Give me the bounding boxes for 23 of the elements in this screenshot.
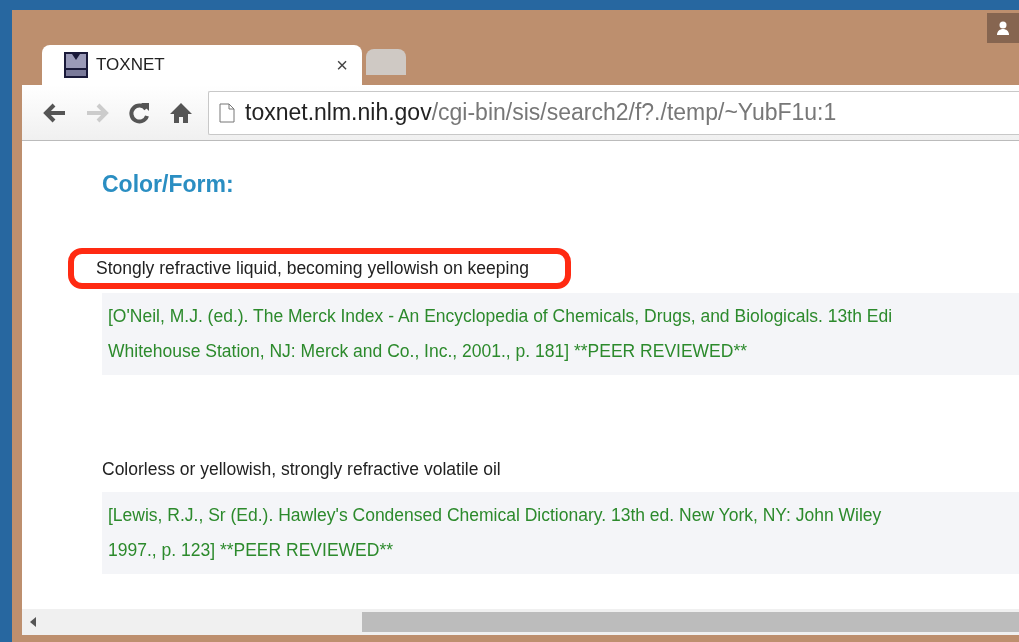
scroll-left-icon [30, 617, 36, 627]
browser-tab[interactable]: TOXNET × [42, 45, 362, 85]
horizontal-scrollbar[interactable] [22, 609, 1019, 635]
back-arrow-icon [43, 102, 67, 123]
reference-text: [Lewis, R.J., Sr (Ed.). Hawley's Condensed Chemical Dictionary. 13th ed. New York, NY: John Wiley [108, 504, 883, 527]
reference-text: 1997., p. 123] **PEER REVIEWED** [108, 539, 394, 562]
reload-icon [127, 100, 151, 125]
reference-text: Whitehouse Station, NJ: Merck and Co., Inc., 2001., p. 181] **PEER REVIEWED** [108, 340, 749, 363]
address-bar[interactable]: toxnet.nlm.nih.gov/cgi-bin/sis/search2/f?./temp/~YubF1u:1 [208, 90, 1019, 135]
tab-title: TOXNET [96, 55, 166, 75]
home-icon [169, 100, 193, 125]
scroll-thumb[interactable] [362, 612, 1019, 632]
reference-text: [O'Neil, M.J. (ed.). The Merck Index - An Encyclopedia of Chemicals, Drugs, and Biologicals. 13th Edi [108, 305, 894, 328]
close-button[interactable]: × [336, 53, 348, 77]
forward-arrow-icon [85, 102, 109, 123]
nlm-logo-icon [64, 52, 88, 78]
profile-button[interactable] [987, 13, 1019, 43]
url-text: toxnet.nlm.nih.gov/cgi-bin/sis/search2/f?./temp/~YubF1u:1 [245, 99, 837, 126]
page-icon [219, 102, 235, 123]
highlighted-description: Stongly refractive liquid, becoming yellowish on keeping [68, 248, 571, 289]
section-heading: Color/Form: [102, 171, 235, 198]
description-text: Colorless or yellowish, strongly refractive volatile oil [102, 458, 501, 481]
person-icon [996, 21, 1010, 35]
